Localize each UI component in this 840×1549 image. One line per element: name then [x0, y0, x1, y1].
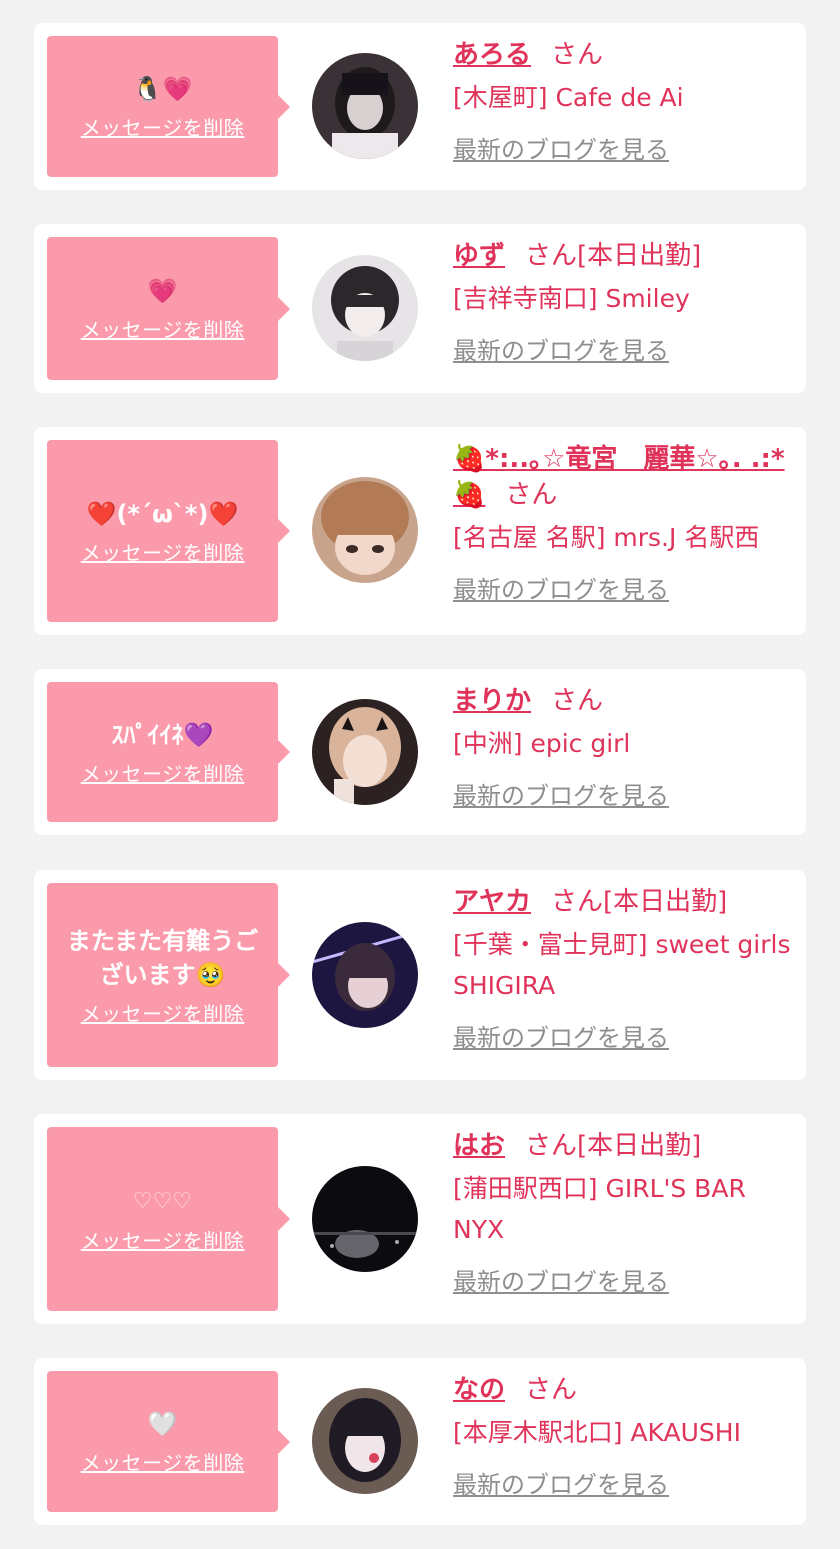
avatar[interactable]: [312, 255, 418, 361]
avatar[interactable]: [312, 1166, 418, 1272]
honorific: さん: [505, 480, 558, 510]
profile-info: まりか さん [中洲] epic girl 最新のブログを見る: [453, 683, 793, 811]
message-card: 🤍 メッセージを削除 なの さん [本厚木駅北口] AKAUSHI 最新のブログを…: [34, 1358, 806, 1525]
shop-info: [本厚木駅北口] AKAUSHI: [453, 1418, 741, 1447]
latest-blog-link[interactable]: 最新のブログを見る: [453, 130, 669, 165]
profile-name-link[interactable]: はお: [453, 1131, 505, 1161]
latest-blog-link[interactable]: 最新のブログを見る: [453, 776, 669, 811]
message-bubble: ❤️(*´ω`*)❤️ メッセージを削除: [47, 440, 290, 622]
profile-name-link[interactable]: なの: [453, 1375, 505, 1405]
shop-info: [千葉・富士見町] sweet girls SHIGIRA: [453, 930, 791, 1000]
message-text: ♡♡♡: [132, 1188, 193, 1214]
profile-info: アヤカ さん[本日出勤] [千葉・富士見町] sweet girls SHIGIR…: [453, 884, 793, 1053]
message-list: 🐧💗 メッセージを削除 あろる さん [木屋町] Cafe de Ai 最新のブロ…: [0, 0, 840, 1549]
message-card: またまた有難うございます🥹 メッセージを削除 アヤカ さん[本日出勤] [千葉・富…: [34, 870, 806, 1080]
honorific: さん: [525, 1131, 578, 1161]
delete-message-link[interactable]: メッセージを削除: [81, 112, 245, 141]
message-bubble: ｽﾊﾟｲｲﾈ💜 メッセージを削除: [47, 682, 290, 822]
honorific: さん: [525, 1375, 578, 1405]
message-text: 🤍: [147, 1410, 178, 1438]
message-text: ❤️(*´ω`*)❤️: [86, 499, 239, 528]
delete-message-link[interactable]: メッセージを削除: [81, 1225, 245, 1254]
latest-blog-link[interactable]: 最新のブログを見る: [453, 570, 669, 605]
avatar[interactable]: [312, 922, 418, 1028]
delete-message-link[interactable]: メッセージを削除: [81, 314, 245, 343]
profile-info: あろる さん [木屋町] Cafe de Ai 最新のブログを見る: [453, 37, 793, 165]
latest-blog-link[interactable]: 最新のブログを見る: [453, 1018, 669, 1053]
message-card: 💗 メッセージを削除 ゆず さん[本日出勤] [吉祥寺南口] Smiley 最新の…: [34, 224, 806, 393]
shop-info: [蒲田駅西口] GIRL'S BAR NYX: [453, 1174, 746, 1244]
avatar[interactable]: [312, 1388, 418, 1494]
shop-info: [名古屋 名駅] mrs.J 名駅西: [453, 523, 760, 552]
message-bubble: 🤍 メッセージを削除: [47, 1371, 290, 1512]
message-bubble: ♡♡♡ メッセージを削除: [47, 1127, 290, 1311]
shop-info: [吉祥寺南口] Smiley: [453, 284, 690, 313]
profile-name-link[interactable]: アヤカ: [453, 887, 531, 917]
honorific: さん: [551, 887, 604, 917]
profile-info: なの さん [本厚木駅北口] AKAUSHI 最新のブログを見る: [453, 1372, 793, 1500]
honorific: さん: [551, 686, 604, 716]
message-card: ❤️(*´ω`*)❤️ メッセージを削除 🍓*:..｡☆竜宮 麗華☆｡. .:*…: [34, 427, 806, 635]
honorific: さん: [551, 40, 604, 70]
delete-message-link[interactable]: メッセージを削除: [81, 758, 245, 787]
avatar[interactable]: [312, 477, 418, 583]
work-status: [本日出勤]: [577, 241, 702, 271]
message-text: 💗: [147, 277, 178, 305]
message-bubble: 💗 メッセージを削除: [47, 237, 290, 380]
profile-info: 🍓*:..｡☆竜宮 麗華☆｡. .:*🍓 さん [名古屋 名駅] mrs.J 名駅…: [453, 441, 793, 605]
latest-blog-link[interactable]: 最新のブログを見る: [453, 1465, 669, 1500]
message-text: 🐧💗: [132, 75, 193, 103]
profile-name-link[interactable]: 🍓*:..｡☆竜宮 麗華☆｡. .:*🍓: [453, 444, 785, 510]
message-text: ｽﾊﾟｲｲﾈ💜: [111, 720, 214, 749]
message-bubble: またまた有難うございます🥹 メッセージを削除: [47, 883, 290, 1067]
message-card: ｽﾊﾟｲｲﾈ💜 メッセージを削除 まりか さん [中洲] epic girl 最新…: [34, 669, 806, 835]
delete-message-link[interactable]: メッセージを削除: [81, 537, 245, 566]
avatar[interactable]: [312, 699, 418, 805]
profile-name-link[interactable]: まりか: [453, 686, 531, 716]
shop-info: [中洲] epic girl: [453, 729, 631, 758]
message-bubble: 🐧💗 メッセージを削除: [47, 36, 290, 177]
message-text: またまた有難うございます🥹: [66, 926, 259, 989]
delete-message-link[interactable]: メッセージを削除: [81, 1447, 245, 1476]
message-card: ♡♡♡ メッセージを削除 はお さん[本日出勤] [蒲田駅西口] GIRL'S B…: [34, 1114, 806, 1324]
avatar[interactable]: [312, 53, 418, 159]
work-status: [本日出勤]: [603, 887, 728, 917]
shop-info: [木屋町] Cafe de Ai: [453, 83, 684, 112]
message-card: 🐧💗 メッセージを削除 あろる さん [木屋町] Cafe de Ai 最新のブロ…: [34, 23, 806, 190]
work-status: [本日出勤]: [577, 1131, 702, 1161]
latest-blog-link[interactable]: 最新のブログを見る: [453, 1262, 669, 1297]
profile-info: ゆず さん[本日出勤] [吉祥寺南口] Smiley 最新のブログを見る: [453, 238, 793, 366]
delete-message-link[interactable]: メッセージを削除: [81, 998, 245, 1027]
honorific: さん: [525, 241, 578, 271]
profile-name-link[interactable]: あろる: [453, 40, 531, 70]
profile-info: はお さん[本日出勤] [蒲田駅西口] GIRL'S BAR NYX 最新のブログ…: [453, 1128, 793, 1297]
latest-blog-link[interactable]: 最新のブログを見る: [453, 331, 669, 366]
profile-name-link[interactable]: ゆず: [453, 241, 505, 271]
